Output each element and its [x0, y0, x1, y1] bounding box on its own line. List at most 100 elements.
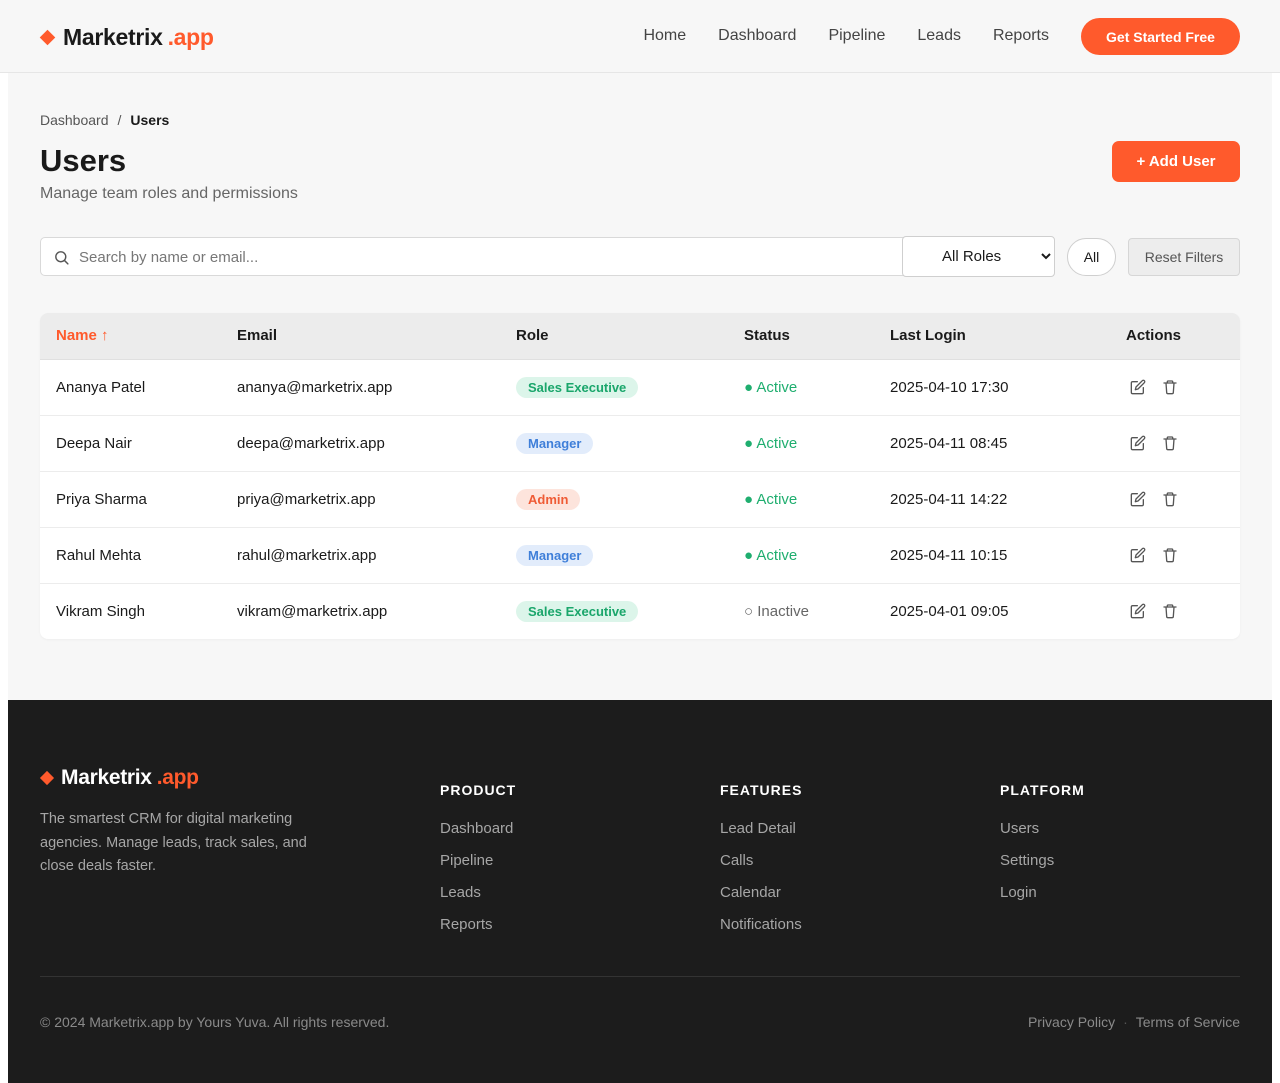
diamond-icon: [39, 29, 56, 45]
search-box: [40, 237, 937, 276]
reset-filters-button[interactable]: Reset Filters: [1128, 238, 1240, 276]
column-header-name[interactable]: Name ↑: [40, 313, 237, 360]
breadcrumb-current: Users: [130, 112, 170, 128]
cell-status: ○ Inactive: [744, 583, 890, 639]
status-filter-all-button[interactable]: All: [1067, 238, 1116, 276]
cell-role: Manager: [516, 415, 744, 471]
footer-link-users[interactable]: Users: [1000, 820, 1085, 838]
nav-reports[interactable]: Reports: [993, 26, 1049, 46]
cell-actions: [1126, 471, 1240, 527]
trash-icon[interactable]: [1162, 435, 1178, 451]
add-user-button[interactable]: + Add User: [1112, 141, 1240, 182]
diamond-icon: [39, 770, 55, 786]
edit-icon[interactable]: [1130, 491, 1146, 507]
page-title: Users: [40, 143, 127, 178]
status-indicator: ○ Inactive: [744, 602, 809, 620]
table-row[interactable]: Priya Sharma priya@marketrix.app Admin ● Ac…: [40, 471, 1240, 527]
footer-link-calls[interactable]: Calls: [720, 852, 802, 870]
cell-name: Ananya Patel: [56, 378, 146, 396]
footer-link-login[interactable]: Login: [1000, 884, 1085, 902]
edit-icon[interactable]: [1130, 379, 1146, 395]
role-badge: Admin: [516, 488, 581, 510]
footer-link-reports[interactable]: Reports: [440, 916, 516, 934]
edit-icon[interactable]: [1130, 547, 1146, 563]
column-header-last-login[interactable]: Last Login: [890, 313, 1126, 360]
cell-email: priya@marketrix.app: [237, 490, 376, 508]
role-filter-select[interactable]: All Roles: [902, 236, 1055, 277]
cell-role: Manager: [516, 527, 744, 583]
trash-icon[interactable]: [1162, 379, 1178, 395]
cell-email: vikram@marketrix.app: [237, 602, 388, 620]
brand-name: Marketrix: [63, 23, 163, 50]
breadcrumb: Dashboard / Users: [40, 112, 169, 128]
search-icon: [55, 251, 69, 265]
cell-email: ananya@marketrix.app: [237, 378, 393, 396]
cell-status: ● Active: [744, 527, 890, 583]
cell-status: ● Active: [744, 415, 890, 471]
breadcrumb-separator: /: [117, 112, 122, 128]
cell-last-login: 2025-04-11 14:22: [890, 490, 1008, 508]
edit-icon[interactable]: [1130, 435, 1146, 451]
footer-link-calendar[interactable]: Calendar: [720, 884, 802, 902]
table-row[interactable]: Vikram Singh vikram@marketrix.app Sales Ex…: [40, 583, 1240, 639]
cell-name: Deepa Nair: [56, 434, 132, 452]
role-badge: Manager: [516, 432, 594, 454]
column-header-role[interactable]: Role: [516, 313, 744, 360]
nav-dashboard[interactable]: Dashboard: [718, 26, 796, 46]
footer-link-dashboard[interactable]: Dashboard: [440, 820, 516, 838]
table-header-row: Name ↑ Email Role Status Last Login Acti…: [40, 313, 1240, 360]
footer-brand-logo[interactable]: Marketrix .app: [39, 766, 199, 790]
get-started-button[interactable]: Get Started Free: [1081, 18, 1240, 55]
footer-brand-name: Marketrix: [61, 766, 152, 789]
cell-role: Sales Executive: [516, 583, 744, 639]
brand-logo[interactable]: Marketrix .app: [39, 22, 214, 52]
cell-status: ● Active: [744, 471, 890, 527]
cell-last-login: 2025-04-10 17:30: [890, 378, 1009, 396]
footer-column-title: PLATFORM: [1000, 782, 1085, 798]
cell-actions: [1126, 359, 1240, 415]
role-badge: Sales Executive: [516, 376, 639, 398]
nav-home[interactable]: Home: [643, 26, 686, 46]
trash-icon[interactable]: [1162, 547, 1178, 563]
footer-link-notifications[interactable]: Notifications: [720, 916, 802, 934]
role-badge: Manager: [516, 544, 594, 566]
trash-icon[interactable]: [1162, 603, 1178, 619]
nav-leads[interactable]: Leads: [917, 26, 961, 46]
cell-name: Rahul Mehta: [56, 546, 142, 564]
search-input[interactable]: [79, 246, 899, 268]
privacy-policy-link[interactable]: Privacy Policy: [1028, 1014, 1115, 1030]
cell-actions: [1126, 415, 1240, 471]
column-header-status[interactable]: Status: [744, 313, 890, 360]
terms-of-service-link[interactable]: Terms of Service: [1136, 1014, 1240, 1030]
footer-column-features: FEATURES Lead Detail Calls Calendar Noti…: [720, 782, 802, 948]
footer-link-lead-detail[interactable]: Lead Detail: [720, 820, 802, 838]
column-header-email[interactable]: Email: [237, 313, 516, 360]
cell-last-login: 2025-04-01 09:05: [890, 602, 1009, 620]
table-row[interactable]: Deepa Nair deepa@marketrix.app Manager ● Ac…: [40, 415, 1240, 471]
footer-legal-links: Privacy Policy · Terms of Service: [1028, 1014, 1240, 1030]
users-table: Name ↑ Email Role Status Last Login Acti…: [40, 313, 1240, 639]
status-indicator: ● Active: [744, 434, 798, 452]
trash-icon[interactable]: [1162, 491, 1178, 507]
page-subtitle: Manage team roles and permissions: [40, 185, 298, 202]
footer-link-leads[interactable]: Leads: [440, 884, 516, 902]
status-indicator: ● Active: [744, 490, 798, 508]
cell-email: rahul@marketrix.app: [237, 546, 377, 564]
status-indicator: ● Active: [744, 378, 798, 396]
footer-description: The smartest CRM for digital marketing a…: [40, 811, 307, 874]
status-indicator: ● Active: [744, 546, 798, 564]
cell-last-login: 2025-04-11 10:15: [890, 546, 1008, 564]
breadcrumb-dashboard[interactable]: Dashboard: [40, 112, 109, 128]
footer-column-product: PRODUCT Dashboard Pipeline Leads Reports: [440, 782, 516, 948]
nav-pipeline[interactable]: Pipeline: [828, 26, 885, 46]
brand-suffix: .app: [167, 23, 214, 50]
edit-icon[interactable]: [1130, 603, 1146, 619]
footer-divider: [40, 976, 1240, 977]
table-row[interactable]: Ananya Patel ananya@marketrix.app Sales Ex…: [40, 359, 1240, 415]
role-badge: Sales Executive: [516, 600, 639, 622]
table-row[interactable]: Rahul Mehta rahul@marketrix.app Manager ● A…: [40, 527, 1240, 583]
footer-copyright: © 2024 Marketrix.app by Yours Yuva. All …: [40, 1014, 390, 1030]
footer-link-pipeline[interactable]: Pipeline: [440, 852, 516, 870]
footer-link-settings[interactable]: Settings: [1000, 852, 1085, 870]
users-table-card: Name ↑ Email Role Status Last Login Acti…: [40, 313, 1240, 639]
